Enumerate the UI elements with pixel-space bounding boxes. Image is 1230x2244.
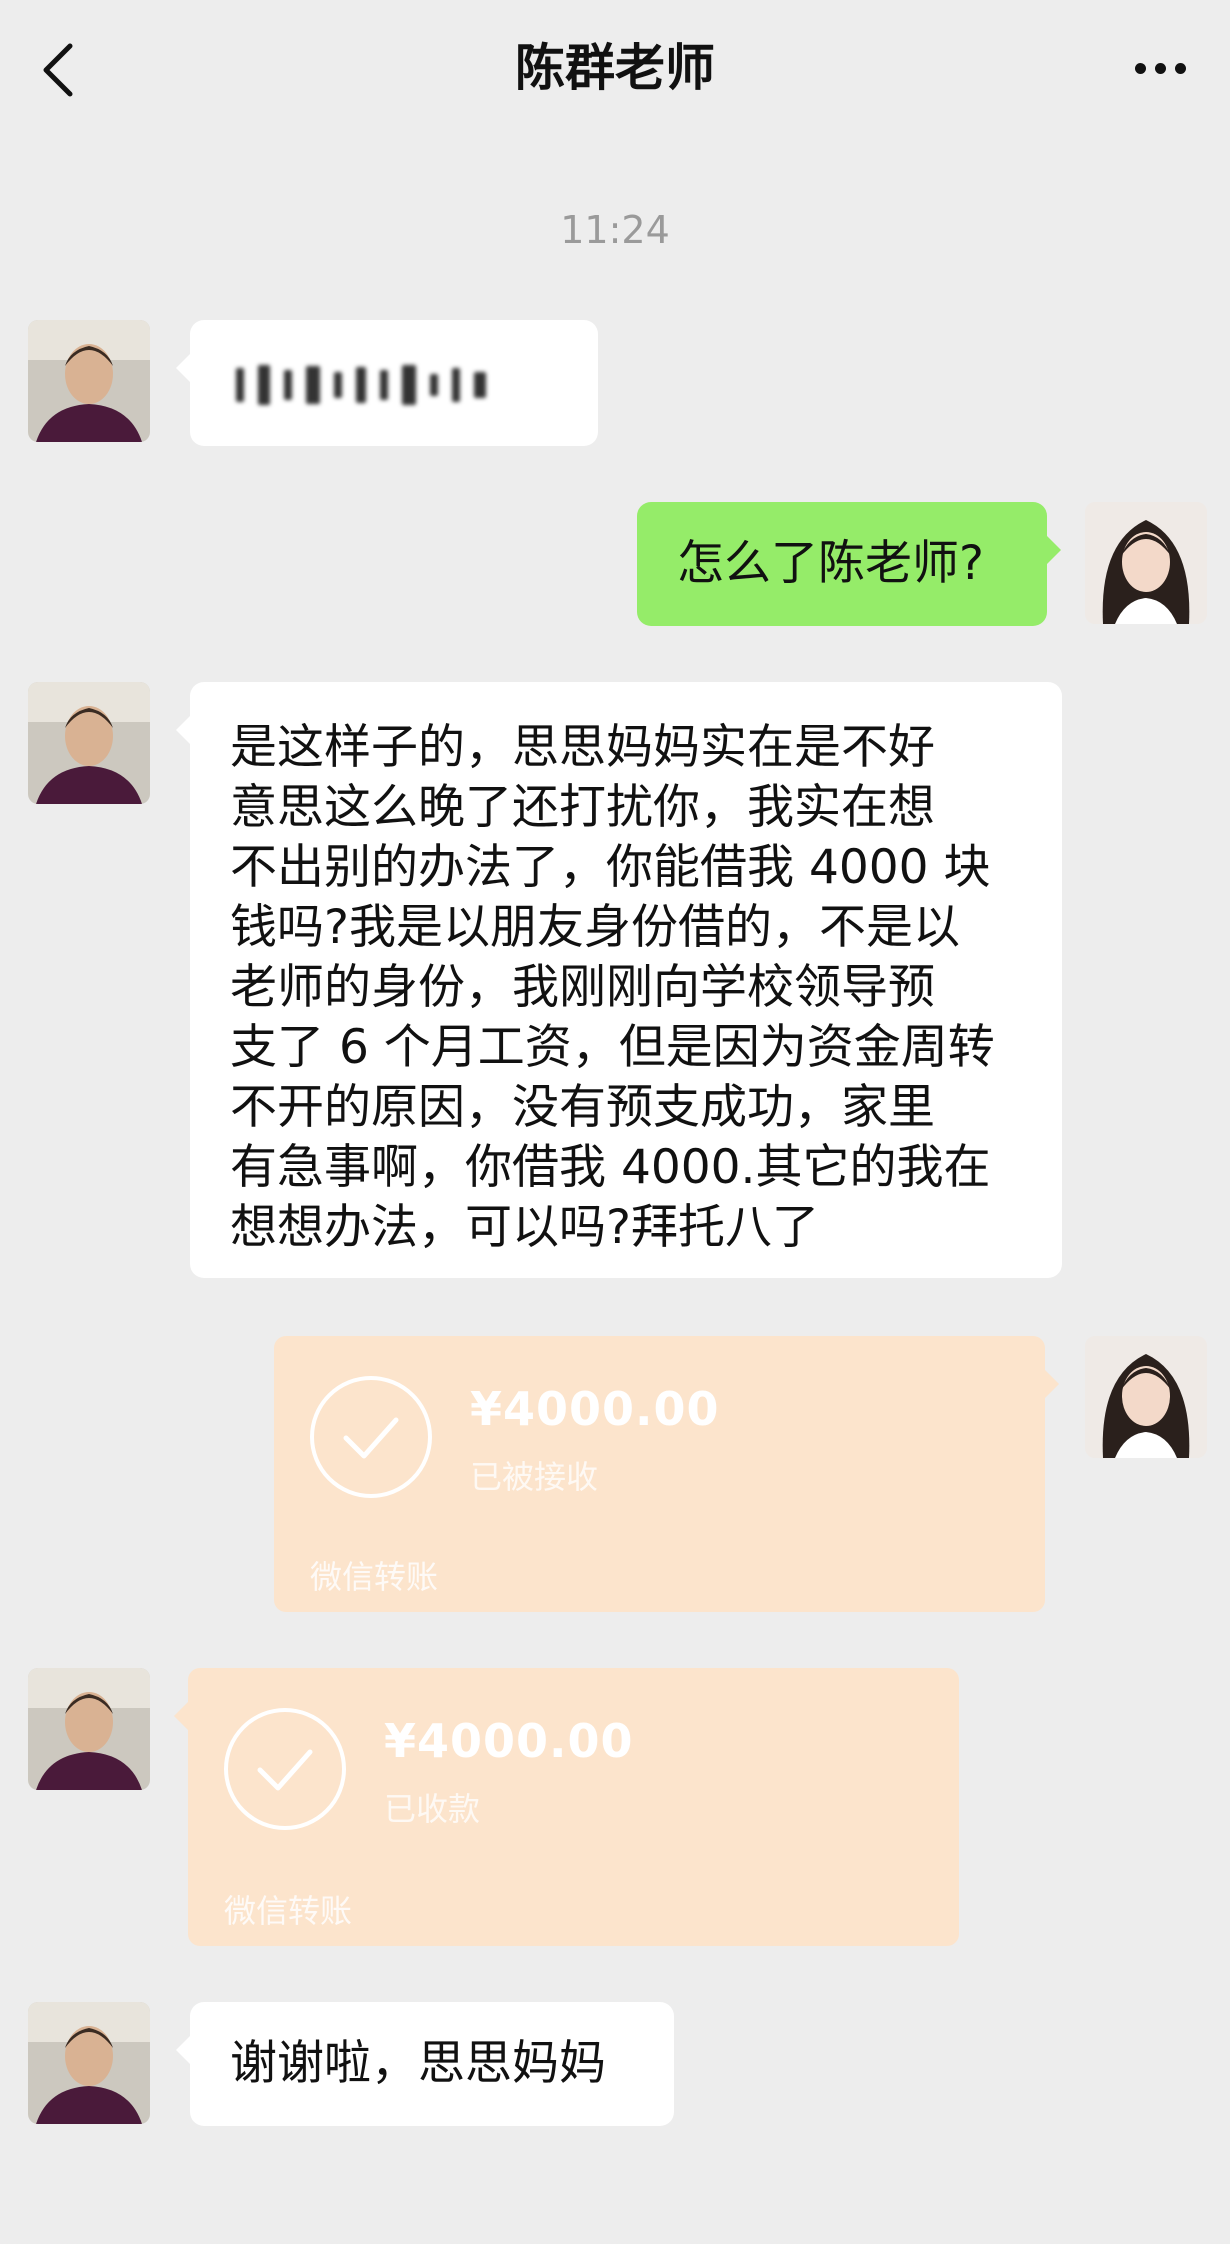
teacher-avatar[interactable] — [28, 320, 150, 442]
top-bar: 陈群老师 — [0, 0, 1230, 140]
bubble-tail — [176, 716, 190, 744]
teacher-avatar[interactable] — [28, 682, 150, 804]
message-line: 想想办法，可以吗?拜托八了 — [230, 1200, 819, 1255]
message-text: 怎么了陈老师? — [677, 536, 984, 591]
transfer-amount: ¥4000.00 — [384, 1714, 634, 1768]
message-text: 谢谢啦，思思妈妈 — [230, 2036, 606, 2091]
bubble-tail — [1047, 536, 1061, 564]
transfer-status: 已被接收 — [470, 1458, 599, 1496]
bubble-tail — [174, 1702, 188, 1730]
check-circle-icon — [224, 1708, 346, 1830]
message-line: 是这样子的，思思妈妈实在是不好 — [230, 720, 935, 775]
received-message-blurred[interactable] — [176, 320, 598, 446]
check-circle-icon — [310, 1376, 432, 1498]
my-avatar[interactable] — [1085, 502, 1207, 624]
transfer-amount: ¥4000.00 — [470, 1382, 720, 1436]
transfer-footer: 微信转账 — [310, 1558, 439, 1596]
more-dot — [1174, 62, 1186, 74]
message-timestamp: 11:24 — [560, 208, 670, 252]
transfer-status: 已收款 — [384, 1790, 481, 1828]
bubble-tail — [176, 2036, 190, 2064]
my-avatar[interactable] — [1085, 1336, 1207, 1458]
received-message-loan-request[interactable]: 是这样子的，思思妈妈实在是不好 意思这么晚了还打扰你，我实在想 不出别的办法了，… — [176, 682, 1062, 1278]
bubble-tail — [176, 354, 190, 382]
transfer-card-sent[interactable]: ¥4000.00 已被接收 微信转账 — [274, 1336, 1059, 1612]
transfer-footer: 微信转账 — [224, 1892, 353, 1930]
message-line: 不开的原因，没有预支成功，家里 — [230, 1080, 935, 1135]
more-button[interactable] — [1120, 38, 1200, 98]
message-line: 老师的身份，我刚刚向学校领导预 — [230, 960, 935, 1015]
teacher-avatar[interactable] — [28, 2002, 150, 2124]
bubble-tail — [1045, 1370, 1059, 1398]
more-dot — [1154, 62, 1166, 74]
transfer-card-received[interactable]: ¥4000.00 已收款 微信转账 — [174, 1668, 959, 1946]
message-line: 不出别的办法了，你能借我 4000 块 — [230, 840, 991, 895]
message-line: 有急事啊，你借我 4000.其它的我在 — [230, 1140, 991, 1195]
received-message-thanks[interactable]: 谢谢啦，思思妈妈 — [176, 2002, 674, 2126]
sent-message[interactable]: 怎么了陈老师? — [637, 502, 1061, 626]
blurred-text — [236, 362, 566, 408]
chat-title: 陈群老师 — [515, 39, 715, 97]
teacher-avatar[interactable] — [28, 1668, 150, 1790]
message-line: 钱吗?我是以朋友身份借的，不是以 — [230, 900, 960, 955]
message-line: 意思这么晚了还打扰你，我实在想 — [230, 780, 935, 835]
message-line: 支了 6 个月工资，但是因为资金周转 — [230, 1020, 995, 1075]
more-dots-icon — [1134, 62, 1146, 74]
